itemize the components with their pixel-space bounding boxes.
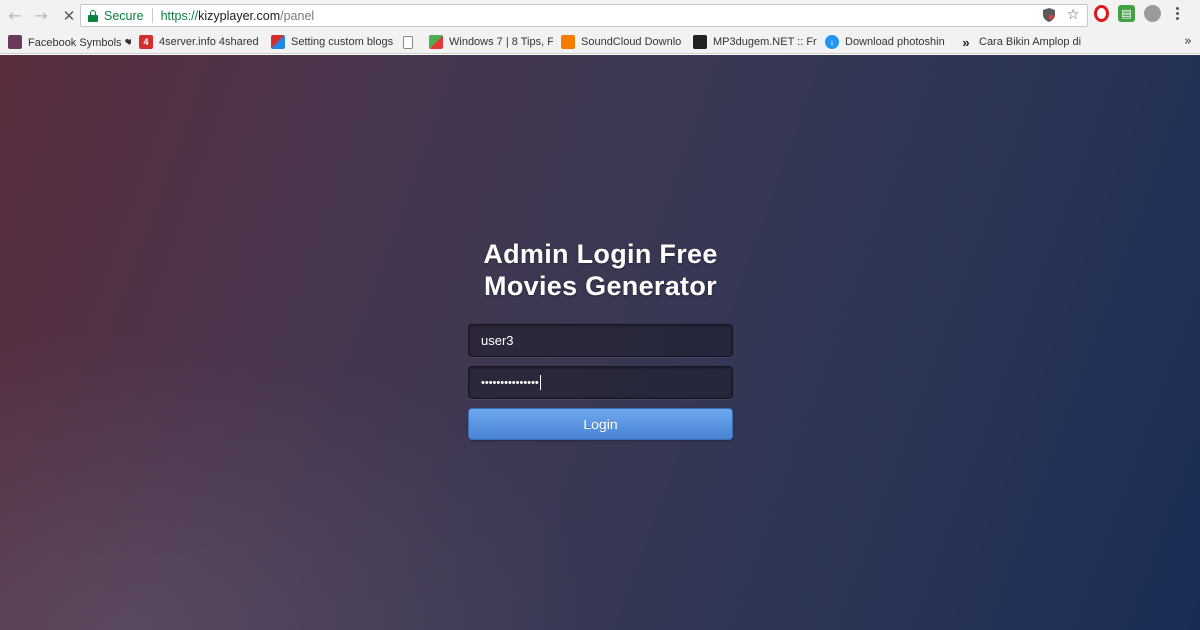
bookmark-star-icon[interactable]: ☆ xyxy=(1065,7,1081,23)
menu-icon[interactable] xyxy=(1170,7,1184,20)
address-separator xyxy=(151,8,153,23)
bookmark-item[interactable]: Windows 7 | 8 Tips, F xyxy=(429,35,553,49)
bookmark-label: Windows 7 | 8 Tips, F xyxy=(449,36,553,48)
title-line-2: Movies Generator xyxy=(484,271,717,301)
gray-extension-icon[interactable] xyxy=(1144,5,1161,22)
bookmark-label: Facebook Symbols ❤ xyxy=(28,36,131,49)
page-icon xyxy=(403,35,413,49)
bookmark-item[interactable]: » Cara Bikin Amplop di xyxy=(959,35,1087,49)
blogger-icon xyxy=(271,35,285,49)
title-line-1: Admin Login Free xyxy=(483,239,718,269)
bookmark-item[interactable]: Setting custom blogs xyxy=(271,35,395,49)
green-extension-icon[interactable]: ▤ xyxy=(1118,5,1135,22)
bookmark-label: SoundCloud Downlo xyxy=(581,36,682,48)
soundcloud-icon xyxy=(561,35,575,49)
bookmark-item[interactable]: SoundCloud Downlo xyxy=(561,35,685,49)
secure-label: Secure xyxy=(104,8,144,23)
login-form: Admin Login Free Movies Generator user3 … xyxy=(468,238,733,440)
browser-toolbar: ← → ✕ Secure https:// kizyplayer.com /pa… xyxy=(0,0,1200,31)
bookmark-label: Setting custom blogs xyxy=(291,36,394,48)
facebook-symbols-icon xyxy=(8,35,22,49)
bookmark-item[interactable]: Facebook Symbols ❤ xyxy=(8,35,131,49)
page-background: Admin Login Free Movies Generator user3 … xyxy=(0,55,1200,630)
mp3dugem-icon xyxy=(693,35,707,49)
bookmark-label: Cara Bikin Amplop di xyxy=(979,36,1082,48)
chevrons-icon: » xyxy=(962,35,970,49)
page-title: Admin Login Free Movies Generator xyxy=(468,238,733,302)
bookmark-item[interactable]: ↓ Download photoshin xyxy=(825,35,951,49)
bookmark-item[interactable]: MP3dugem.NET :: Fre xyxy=(693,35,817,49)
lock-icon xyxy=(88,9,98,22)
bookmark-label: 4server.info 4shared xyxy=(159,36,259,48)
bookmarks-bar: Facebook Symbols ❤ 4 4server.info 4share… xyxy=(0,31,1200,54)
bookmark-item[interactable] xyxy=(403,35,421,49)
bookmark-label: Download photoshin xyxy=(845,36,945,48)
password-value: ••••••••••••••• xyxy=(481,376,539,389)
4server-icon: 4 xyxy=(139,35,153,49)
username-value: user3 xyxy=(481,333,514,348)
login-button[interactable]: Login xyxy=(468,408,733,440)
windows-tips-icon xyxy=(429,35,443,49)
back-icon[interactable]: ← xyxy=(4,5,26,27)
url-scheme: https:// xyxy=(160,8,199,23)
bookmark-label: MP3dugem.NET :: Fre xyxy=(713,36,817,48)
site-settings-icon[interactable] xyxy=(1041,7,1057,23)
stop-loading-icon[interactable]: ✕ xyxy=(58,5,80,27)
bookmark-item[interactable]: 4 4server.info 4shared xyxy=(139,35,263,49)
bookmarks-overflow-icon[interactable]: » xyxy=(1184,34,1192,49)
address-bar[interactable]: Secure https:// kizyplayer.com /panel ☆ xyxy=(80,4,1088,27)
url-host: kizyplayer.com xyxy=(198,8,281,23)
url-path: /panel xyxy=(280,8,315,23)
download-icon: ↓ xyxy=(825,35,839,49)
opera-extension-icon[interactable] xyxy=(1094,5,1109,22)
forward-icon[interactable]: → xyxy=(30,5,52,27)
password-field[interactable]: ••••••••••••••• xyxy=(468,366,733,399)
username-field[interactable]: user3 xyxy=(468,324,733,357)
text-caret xyxy=(539,375,541,390)
